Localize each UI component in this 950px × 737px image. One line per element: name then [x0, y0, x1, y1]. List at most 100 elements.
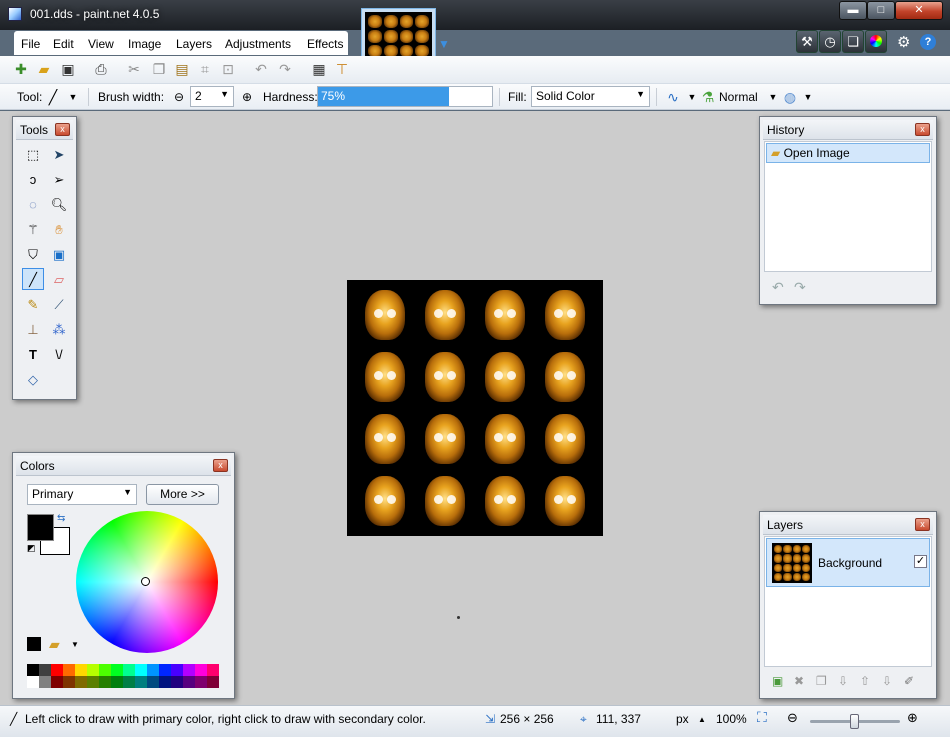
pan-tool-icon[interactable]: ✋︎ [48, 218, 70, 240]
add-to-palette-icon[interactable] [27, 637, 41, 651]
rectangle-select-tool-icon[interactable]: ⬚ [22, 143, 44, 165]
palette-swatch[interactable] [51, 676, 63, 688]
palette-swatch[interactable] [195, 676, 207, 688]
open-icon[interactable]: ▰ [35, 60, 53, 78]
move-selection-tool-icon[interactable]: ➢ [48, 168, 70, 190]
save-icon[interactable]: ▣ [59, 60, 77, 78]
tools-toggle-button[interactable]: ⚒ [796, 30, 818, 53]
color-wheel-cursor[interactable] [141, 577, 150, 586]
menu-layers[interactable]: Layers [176, 37, 212, 51]
menu-file[interactable]: File [21, 37, 40, 51]
text-tool-icon[interactable]: T [22, 343, 44, 365]
eraser-tool-icon[interactable]: ▱ [48, 268, 70, 290]
paintbrush-icon[interactable]: ╱ [44, 88, 62, 106]
layers-panel-close-button[interactable]: x [915, 518, 930, 531]
palette-swatch[interactable] [63, 664, 75, 676]
hardness-slider[interactable]: 75% [317, 86, 493, 107]
color-picker-tool-icon[interactable]: ⟋ [48, 293, 70, 315]
blend-mode-value[interactable]: Normal [719, 90, 758, 104]
zoom-level[interactable]: 100% [716, 712, 747, 726]
palette-swatch[interactable] [39, 664, 51, 676]
color-mode-combo[interactable]: Primary ▼ [27, 484, 137, 505]
shapes-tool-icon[interactable]: ◇ [22, 368, 44, 390]
palette-swatch[interactable] [159, 676, 171, 688]
add-layer-icon[interactable]: ▣ [772, 674, 783, 688]
line-curve-tool-icon[interactable]: \/ [48, 343, 70, 365]
menu-edit[interactable]: Edit [53, 37, 74, 51]
palette-swatch[interactable] [75, 664, 87, 676]
palette-swatch[interactable] [171, 676, 183, 688]
palette-swatch[interactable] [135, 664, 147, 676]
pencil-tool-icon[interactable]: ✎ [22, 293, 44, 315]
history-toggle-button[interactable]: ◷ [819, 30, 841, 53]
ruler-icon[interactable]: ⊤ [333, 60, 351, 78]
copy-icon[interactable]: ❐ [150, 60, 168, 78]
clone-stamp-tool-icon[interactable]: ⊥ [22, 318, 44, 340]
palette-swatch[interactable] [159, 664, 171, 676]
new-icon[interactable]: ✚ [12, 60, 30, 78]
palette-swatch[interactable] [111, 664, 123, 676]
zoom-to-window-icon[interactable]: ⛶ [757, 709, 767, 726]
gradient-tool-icon[interactable]: ▣ [48, 243, 70, 265]
duplicate-layer-icon[interactable]: ❐ [816, 674, 827, 688]
palette-swatch[interactable] [99, 664, 111, 676]
palette-dropdown-icon[interactable]: ▼ [71, 640, 79, 649]
swap-colors-icon[interactable]: ⇆ [57, 513, 65, 524]
lasso-select-tool-icon[interactable]: ↄ [22, 168, 44, 190]
palette-swatch[interactable] [123, 676, 135, 688]
palette-swatch[interactable] [207, 676, 219, 688]
palette-swatch[interactable] [123, 664, 135, 676]
recolor-tool-icon[interactable]: ⁂ [48, 318, 70, 340]
redo-icon[interactable]: ↷ [276, 60, 294, 78]
ellipse-select-tool-icon[interactable]: ◌ [22, 193, 44, 215]
image-canvas[interactable] [347, 280, 603, 536]
palette-swatch[interactable] [147, 676, 159, 688]
antialiasing-icon[interactable]: ∿ [664, 88, 682, 106]
tool-dropdown-icon[interactable]: ▼ [64, 88, 82, 106]
palette-menu-icon[interactable]: ▰ [49, 636, 60, 653]
blend-flask-icon[interactable]: ⚗ [699, 88, 717, 106]
zoom-slider-thumb[interactable] [850, 714, 859, 729]
tools-panel-close-button[interactable]: x [55, 123, 70, 136]
increase-width-icon[interactable]: ⊕ [238, 88, 256, 106]
palette-swatch[interactable] [111, 676, 123, 688]
image-list-dropdown-icon[interactable]: ▼ [438, 37, 450, 51]
palette-swatch[interactable] [27, 676, 39, 688]
minimize-button[interactable]: ▬ [839, 1, 867, 20]
layers-toggle-button[interactable]: ❏ [842, 30, 864, 53]
palette-swatch[interactable] [171, 664, 183, 676]
menu-effects[interactable]: Effects [307, 37, 343, 51]
palette-swatch[interactable] [135, 676, 147, 688]
alpha-dropdown-icon[interactable]: ▼ [799, 88, 817, 106]
alpha-blending-icon[interactable]: ◍ [781, 88, 799, 106]
merge-layer-icon[interactable]: ⇩ [838, 674, 848, 688]
units-selector[interactable]: px [676, 712, 689, 726]
palette-swatch[interactable] [183, 676, 195, 688]
palette-swatch[interactable] [39, 676, 51, 688]
deselect-icon[interactable]: ⊡ [219, 60, 237, 78]
colors-panel-close-button[interactable]: x [213, 459, 228, 472]
fill-combo[interactable]: Solid Color ▼ [531, 86, 650, 107]
move-selected-tool-icon[interactable]: ➤ [48, 143, 70, 165]
zoom-out-icon[interactable]: ⊖ [787, 710, 798, 726]
layer-row-background[interactable]: Background ✓ [766, 538, 930, 587]
palette-swatch[interactable] [147, 664, 159, 676]
reset-colors-icon[interactable]: ◩ [27, 543, 36, 554]
zoom-in-icon[interactable]: ⊕ [907, 710, 918, 726]
close-button[interactable]: ✕ [895, 1, 943, 20]
undo-icon[interactable]: ↶ [252, 60, 270, 78]
layer-visibility-checkbox[interactable]: ✓ [914, 555, 927, 568]
color-palette[interactable] [27, 664, 219, 689]
delete-layer-icon[interactable]: ✖ [794, 674, 804, 688]
grid-icon[interactable]: ▦ [310, 60, 328, 78]
zoom-tool-icon[interactable]: 🔍︎ [48, 193, 70, 215]
paint-bucket-tool-icon[interactable]: ⛉ [22, 243, 44, 265]
palette-swatch[interactable] [75, 676, 87, 688]
paintbrush-tool-icon[interactable]: ╱ [22, 268, 44, 290]
palette-swatch[interactable] [27, 664, 39, 676]
palette-swatch[interactable] [63, 676, 75, 688]
maximize-button[interactable]: □ [867, 1, 895, 20]
menu-image[interactable]: Image [128, 37, 161, 51]
history-undo-icon[interactable]: ↶ [772, 279, 784, 296]
move-layer-up-icon[interactable]: ⇧ [860, 674, 870, 688]
